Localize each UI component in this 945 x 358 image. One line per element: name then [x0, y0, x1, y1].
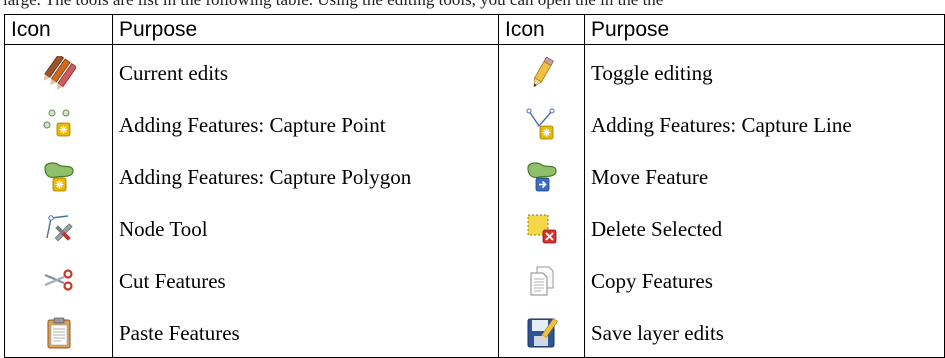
save-layer-edits-label: Save layer edits	[584, 305, 945, 358]
capture-point-label: Adding Features: Capture Point	[112, 97, 499, 149]
current-edits-label: Current edits	[112, 44, 499, 97]
move-feature-icon	[525, 160, 559, 194]
table-row: Paste Features Save layer edits	[4, 305, 945, 358]
save-layer-edits-icon	[525, 316, 559, 350]
capture-line-label: Adding Features: Capture Line	[584, 97, 945, 149]
cut-features-icon	[42, 264, 76, 298]
header-icon-right: Icon	[498, 14, 585, 45]
header-icon-left: Icon	[4, 14, 113, 45]
clipped-preceding-text: large. The tools are list in the followi…	[0, 0, 945, 14]
copy-features-label: Copy Features	[584, 253, 945, 305]
node-tool-icon	[42, 212, 76, 246]
toggle-editing-label: Toggle editing	[584, 44, 945, 97]
header-purpose-right: Purpose	[584, 14, 945, 45]
capture-line-icon	[525, 108, 559, 142]
node-tool-label: Node Tool	[112, 201, 499, 253]
table-row: Node Tool Delete Selected	[4, 201, 945, 253]
copy-features-icon	[525, 264, 559, 298]
paste-features-label: Paste Features	[112, 305, 499, 358]
preceding-text-line: large. The tools are list in the followi…	[3, 0, 663, 10]
delete-selected-icon	[525, 212, 559, 246]
table-row: Adding Features: Capture Point Adding Fe…	[4, 97, 945, 149]
table-row: Adding Features: Capture Polygon Move Fe…	[4, 149, 945, 201]
editing-tools-table: Icon Purpose Icon Purpose Current edits …	[4, 14, 945, 358]
capture-point-icon	[42, 108, 76, 142]
table-row: Cut Features Copy Features	[4, 253, 945, 305]
table-row: Current edits Toggle editing	[4, 44, 945, 97]
move-feature-label: Move Feature	[584, 149, 945, 201]
cut-features-label: Cut Features	[112, 253, 499, 305]
capture-polygon-icon	[42, 160, 76, 194]
delete-selected-label: Delete Selected	[584, 201, 945, 253]
capture-polygon-label: Adding Features: Capture Polygon	[112, 149, 499, 201]
paste-features-icon	[42, 316, 76, 350]
toggle-editing-icon	[525, 56, 559, 90]
table-header-row: Icon Purpose Icon Purpose	[4, 14, 945, 45]
header-purpose-left: Purpose	[112, 14, 499, 45]
current-edits-icon	[42, 56, 76, 90]
